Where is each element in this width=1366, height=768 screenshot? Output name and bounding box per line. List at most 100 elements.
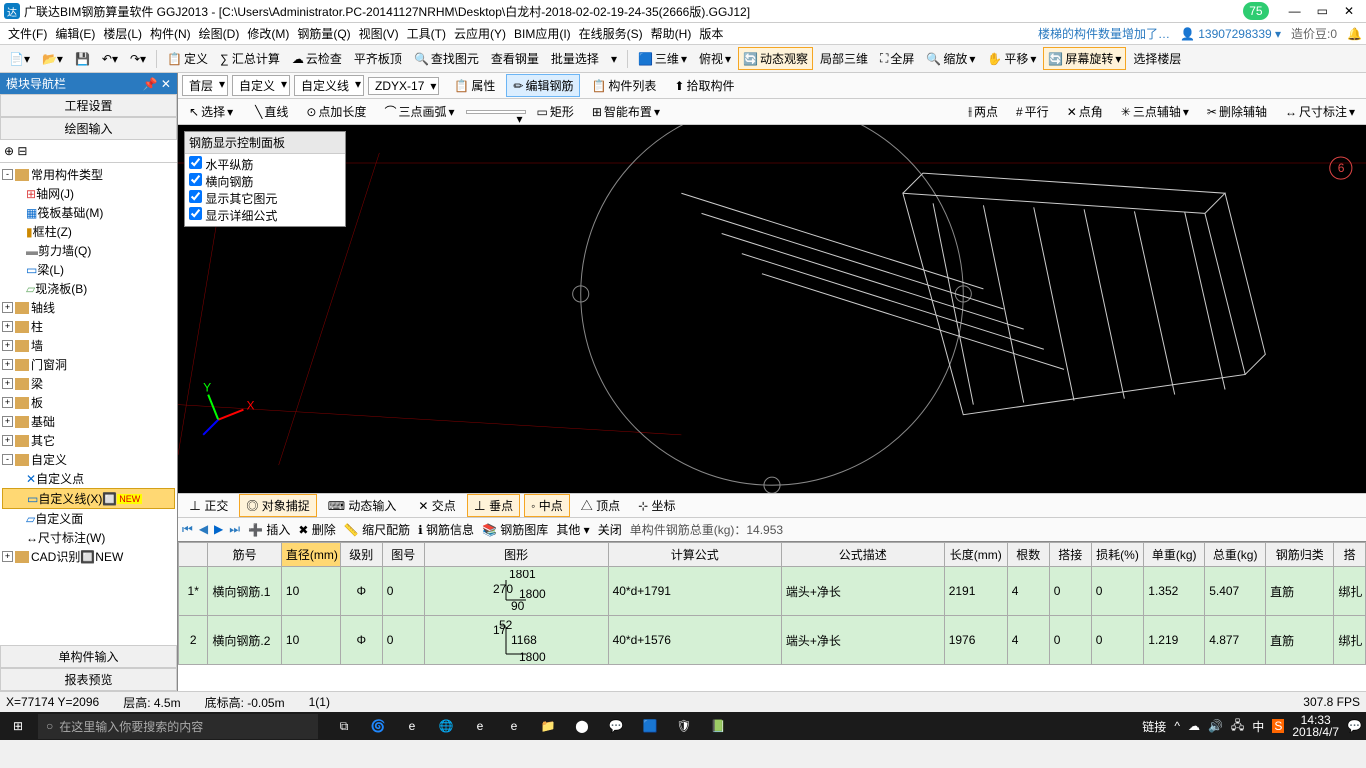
dropdown-icon[interactable]: ▾ (606, 49, 622, 69)
arc-value-combo[interactable] (466, 110, 526, 114)
windows-taskbar[interactable]: ⊞ ○ 在这里输入你要搜索的内容 ⧉ 🌀 e 🌐 e e 📁 ⬤ 💬 🟦 🛡 📗… (0, 712, 1366, 740)
menu-edit[interactable]: 编辑(E) (51, 23, 99, 44)
tree-node-custom-line[interactable]: ▭ 自定义线(X)🔲NEW (2, 488, 175, 509)
bell-icon[interactable]: 🔔 (1347, 27, 1362, 41)
tab-project-settings[interactable]: 工程设置 (0, 94, 177, 117)
insert-button[interactable]: ➕ 插入 (248, 521, 290, 538)
pointangle-button[interactable]: ✕ 点角 (1060, 100, 1110, 123)
pickelem-button[interactable]: ⬆ 拾取构件 (667, 74, 741, 97)
menu-modify[interactable]: 修改(M) (243, 23, 293, 44)
other-button[interactable]: 其他 ▾ (556, 521, 589, 538)
addlen-button[interactable]: ⊙ 点加长度 (299, 100, 373, 123)
edge-icon[interactable]: e (400, 714, 424, 738)
mid-snap[interactable]: ◦ 中点 (524, 494, 570, 517)
minimize-button[interactable]: — (1289, 4, 1301, 18)
new-button[interactable]: 📄▾ (4, 49, 35, 69)
twopoint-button[interactable]: ⫲ 两点 (961, 100, 1005, 123)
close-button-bar[interactable]: 关闭 (598, 521, 622, 538)
redo-button[interactable]: ↷▾ (125, 49, 151, 69)
check-show-detail[interactable]: 显示详细公式 (189, 207, 341, 224)
start-button[interactable]: ⊞ (4, 712, 32, 740)
expand-all-icon[interactable]: ⊕ (4, 144, 14, 158)
table-row[interactable]: 2横向钢筋.210Φ0 521711681800 40*d+1576端头+净长1… (179, 616, 1366, 665)
floor-combo[interactable]: 首层 (182, 75, 228, 96)
undo-button[interactable]: ↶▾ (97, 49, 123, 69)
excel-icon[interactable]: 📗 (706, 714, 730, 738)
open-button[interactable]: 📂▾ (37, 49, 68, 69)
editsteel-button[interactable]: ✏ 编辑钢筋 (506, 74, 580, 97)
component-tree[interactable]: -常用构件类型 ⊞ 轴网(J) ▦ 筏板基础(M) ▮ 框柱(Z) ▬ 剪力墙(… (0, 163, 177, 645)
check-show-other[interactable]: 显示其它图元 (189, 190, 341, 207)
app-icon[interactable]: 🌀 (366, 714, 390, 738)
maximize-button[interactable]: ▭ (1317, 4, 1328, 18)
rebar-display-panel[interactable]: 钢筋显示控制面板 水平纵筋 横向钢筋 显示其它图元 显示详细公式 (184, 131, 346, 227)
chrome-icon[interactable]: ⬤ (570, 714, 594, 738)
check-horizontal[interactable]: 水平纵筋 (189, 156, 341, 173)
scalealloc-button[interactable]: 📏 缩尺配筋 (344, 521, 410, 538)
security-icon[interactable]: 🛡 (672, 714, 696, 738)
tray-vol-icon[interactable]: 🔊 (1208, 719, 1223, 733)
screenrot-button[interactable]: 🔄 屏幕旋转 ▾ (1043, 47, 1126, 70)
clock-date[interactable]: 2018/4/7 (1292, 726, 1339, 738)
tab-single-input[interactable]: 单构件输入 (0, 645, 177, 668)
zoom-button[interactable]: 🔍 缩放 ▾ (921, 47, 980, 70)
menu-bim[interactable]: BIM应用(I) (510, 23, 575, 44)
apex-snap[interactable]: △ 顶点 (574, 494, 627, 517)
close-button[interactable]: ✕ (1344, 4, 1354, 18)
flatroof-button[interactable]: 平齐板顶 (349, 47, 407, 70)
tray-ime-icon[interactable]: 中 (1252, 718, 1264, 735)
app3-icon[interactable]: 🟦 (638, 714, 662, 738)
check-transverse[interactable]: 横向钢筋 (189, 173, 341, 190)
line-button[interactable]: ╲ 直线 (248, 100, 295, 123)
user-id[interactable]: 👤 13907298339 ▾ (1180, 27, 1281, 41)
dyninput-toggle[interactable]: ⌨ 动态输入 (321, 494, 404, 517)
notice-text[interactable]: 楼梯的构件数量增加了… (1038, 25, 1170, 42)
menu-view[interactable]: 视图(V) (355, 23, 403, 44)
menu-cloud[interactable]: 云应用(Y) (450, 23, 510, 44)
steelinfo-button[interactable]: ℹ 钢筋信息 (418, 521, 474, 538)
steellib-button[interactable]: 📚 钢筋图库 (482, 521, 548, 538)
notification-icon[interactable]: 💬 (1347, 719, 1362, 733)
define-button[interactable]: 📋 定义 (162, 47, 213, 70)
menu-draw[interactable]: 绘图(D) (195, 23, 244, 44)
smartlayout-button[interactable]: ⊞ 智能布置 ▾ (585, 100, 667, 123)
edge-legacy-icon[interactable]: e (468, 714, 492, 738)
batchsel-button[interactable]: 批量选择 (546, 47, 604, 70)
menu-component[interactable]: 构件(N) (146, 23, 195, 44)
fullscreen-button[interactable]: ⛶ 全屏 (875, 47, 919, 70)
dynview-button[interactable]: 🔄 动态观察 (738, 47, 813, 70)
menu-rebar[interactable]: 钢筋量(Q) (293, 23, 354, 44)
explorer-icon[interactable]: 📁 (536, 714, 560, 738)
select-button[interactable]: ↖ 选择 ▾ (182, 100, 240, 123)
taskbar-search[interactable]: ○ 在这里输入你要搜索的内容 (38, 714, 318, 739)
menu-online[interactable]: 在线服务(S) (575, 23, 647, 44)
zdyx-combo[interactable]: ZDYX-17 (368, 77, 439, 95)
browser-icon[interactable]: 🌐 (434, 714, 458, 738)
rect-button[interactable]: ▭ 矩形 (530, 100, 581, 123)
pin-icon[interactable]: 📌 ✕ (143, 77, 171, 91)
tray-sogou-icon[interactable]: S (1272, 719, 1284, 733)
nav-buttons[interactable]: ⏮◀▶⏭ (182, 522, 240, 537)
menu-tools[interactable]: 工具(T) (403, 23, 450, 44)
app2-icon[interactable]: 💬 (604, 714, 628, 738)
overlook-button[interactable]: 俯视 ▾ (694, 47, 736, 70)
delete-button[interactable]: ✖ 删除 (298, 521, 335, 538)
tray-up-icon[interactable]: ^ (1174, 719, 1180, 733)
coord-snap[interactable]: ⊹ 坐标 (631, 494, 682, 517)
dimmark-button[interactable]: ↔ 尺寸标注 ▾ (1278, 100, 1362, 123)
menu-floor[interactable]: 楼层(L) (99, 23, 146, 44)
selfloor-button[interactable]: 选择楼层 (1128, 47, 1186, 70)
threeaux-button[interactable]: ✳ 三点辅轴 ▾ (1114, 100, 1196, 123)
custom-combo[interactable]: 自定义 (232, 75, 290, 96)
sumcalc-button[interactable]: ∑ 汇总计算 (215, 47, 285, 70)
tray-iot-icon[interactable]: ☁ (1188, 719, 1200, 733)
save-button[interactable]: 💾 (70, 49, 95, 69)
pan-button[interactable]: ✋ 平移 ▾ (982, 47, 1041, 70)
cloudcheck-button[interactable]: ☁ 云检查 (287, 47, 347, 70)
inter-snap[interactable]: ✕ 交点 (411, 494, 462, 517)
link-label[interactable]: 链接 (1142, 718, 1166, 735)
perp-snap[interactable]: ⊥ 垂点 (467, 494, 520, 517)
menu-version[interactable]: 版本 (695, 23, 727, 44)
view3d-button[interactable]: 🟦 三维 ▾ (633, 47, 692, 70)
ortho-toggle[interactable]: ⊥ 正交 (182, 494, 235, 517)
